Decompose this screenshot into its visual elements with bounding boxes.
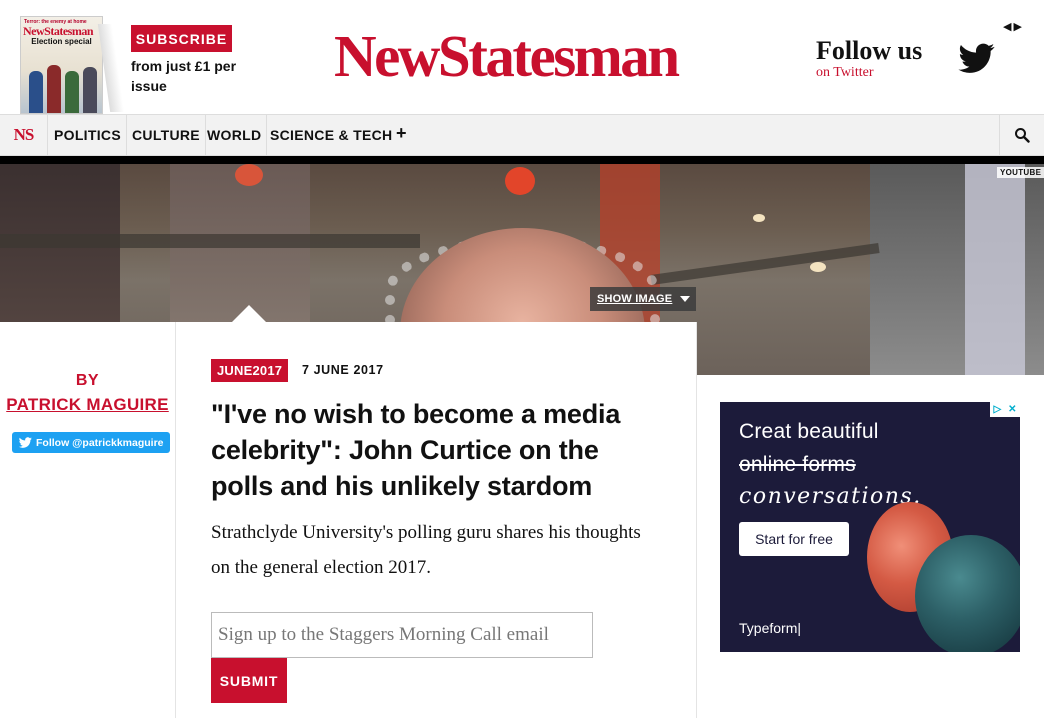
cover-figure xyxy=(83,67,97,113)
site-logo[interactable]: NewStatesman xyxy=(334,22,680,90)
ad-choices-badge[interactable]: ▷ ✕ xyxy=(990,402,1020,417)
search-icon xyxy=(1015,128,1030,143)
show-image-button[interactable]: SHOW IMAGE xyxy=(590,287,696,311)
ad-info-icon: ▷ xyxy=(993,404,1002,415)
site-header: Terror: the enemy at home NewStatesman E… xyxy=(0,0,1044,114)
youtube-badge[interactable]: YOUTUBE xyxy=(997,167,1044,178)
article-standfirst: Strathclyde University's polling guru sh… xyxy=(211,522,641,578)
ad-decorative-orb xyxy=(915,535,1020,652)
article-tag[interactable]: JUNE2017 xyxy=(211,359,289,382)
hero-wall xyxy=(965,164,1025,375)
ad-text-line-2: online forms xyxy=(739,453,856,476)
hero-light xyxy=(810,262,826,272)
ad-brand-name: Typeform| xyxy=(739,620,801,636)
cover-headline: Election special xyxy=(31,37,92,46)
magazine-cover-image[interactable]: Terror: the enemy at home NewStatesman E… xyxy=(20,16,103,114)
hero-balcony xyxy=(0,234,420,248)
subscribe-button[interactable]: SUBSCRIBE xyxy=(131,25,232,52)
twitter-follow-label: Follow @patrickkmaguire xyxy=(36,436,164,449)
ad-start-button[interactable]: Start for free xyxy=(739,522,849,556)
main-nav: NS POLITICS CULTURE WORLD SCIENCE & TECH… xyxy=(0,114,1044,156)
cover-figure xyxy=(47,65,61,113)
nav-home-logo[interactable]: NS xyxy=(0,115,48,155)
nav-more-button[interactable]: + xyxy=(396,123,407,144)
nav-item-politics[interactable]: POLITICS xyxy=(49,115,127,155)
follow-us-subtitle[interactable]: on Twitter xyxy=(816,65,873,81)
newsletter-submit-button[interactable]: SUBMIT xyxy=(211,658,287,703)
cover-figure xyxy=(65,71,79,113)
twitter-icon xyxy=(19,437,32,448)
typeform-ad[interactable]: ▷ ✕ Creat beautiful online forms convers… xyxy=(720,402,1020,652)
article-date: 7 JUNE 2017 xyxy=(302,363,384,377)
search-button[interactable] xyxy=(999,115,1044,155)
carousel-arrows-icon[interactable]: ◀▶ xyxy=(1003,20,1024,33)
hero-light xyxy=(505,167,535,195)
follow-us-title[interactable]: Follow us xyxy=(816,36,922,66)
subscribe-price-text[interactable]: from just £1 per issue xyxy=(131,56,251,96)
cover-figure xyxy=(29,71,43,113)
chevron-down-icon xyxy=(680,296,691,302)
nav-item-science-tech[interactable]: SCIENCE & TECH xyxy=(265,115,397,155)
ad-close-icon: ✕ xyxy=(1008,404,1017,415)
byline-label: BY xyxy=(75,372,100,389)
article-headline: "I've no wish to become a media celebrit… xyxy=(211,399,621,501)
newsletter-email-input[interactable] xyxy=(211,612,593,658)
show-image-label: SHOW IMAGE xyxy=(597,293,673,305)
nav-divider-bar xyxy=(0,156,1044,164)
author-link[interactable]: PATRICK MAGUIRE xyxy=(0,395,175,415)
twitter-follow-button[interactable]: Follow @patrickkmaguire xyxy=(12,432,170,453)
hero-light xyxy=(753,214,765,222)
hero-balcony xyxy=(650,243,880,285)
twitter-bird-icon[interactable] xyxy=(957,40,997,76)
ad-text-line-1: Creat beautiful xyxy=(739,420,879,443)
nav-item-culture[interactable]: CULTURE xyxy=(127,115,206,155)
cover-masthead: NewStatesman xyxy=(23,24,94,38)
hero-light xyxy=(235,164,263,186)
nav-item-world[interactable]: WORLD xyxy=(202,115,268,155)
card-pointer xyxy=(232,305,266,322)
